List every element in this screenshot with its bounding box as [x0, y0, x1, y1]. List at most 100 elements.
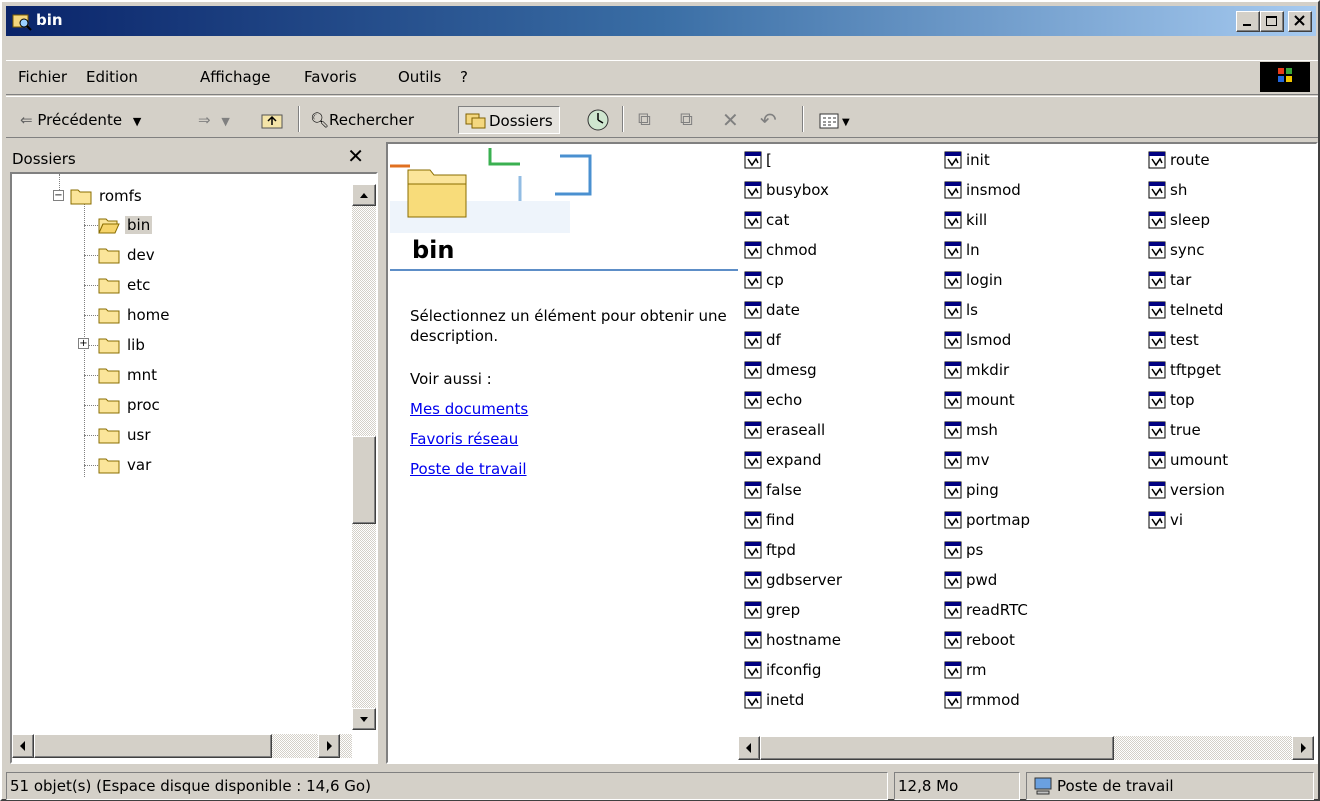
tree-hscroll-thumb[interactable]: [34, 734, 272, 758]
file-item[interactable]: vi: [1148, 506, 1183, 534]
up-folder-button[interactable]: [260, 110, 284, 138]
tree-expand-icon[interactable]: +: [78, 338, 89, 349]
link-poste-de-travail[interactable]: Poste de travail: [410, 460, 527, 478]
file-item[interactable]: chmod: [744, 236, 817, 264]
back-button[interactable]: ⇐ Précédente ▼: [20, 106, 141, 134]
file-item[interactable]: top: [1148, 386, 1195, 414]
file-item[interactable]: lsmod: [944, 326, 1011, 354]
file-item[interactable]: false: [744, 476, 802, 504]
file-item[interactable]: telnetd: [1148, 296, 1223, 324]
forward-button[interactable]: ⇒ ▼: [198, 106, 230, 134]
back-dropdown-icon[interactable]: ▼: [133, 115, 141, 128]
file-item[interactable]: mkdir: [944, 356, 1009, 384]
move-to-button[interactable]: ⧉: [638, 106, 651, 134]
maximize-button[interactable]: [1260, 11, 1284, 32]
file-item[interactable]: rm: [944, 656, 987, 684]
tree-node-lib[interactable]: lib: [98, 332, 147, 358]
file-item[interactable]: init: [944, 146, 990, 174]
tree-node-var[interactable]: var: [98, 452, 153, 478]
file-item[interactable]: cp: [744, 266, 784, 294]
file-item[interactable]: sh: [1148, 176, 1187, 204]
tree-collapse-icon[interactable]: −: [53, 190, 64, 201]
file-item[interactable]: true: [1148, 416, 1201, 444]
minimize-button[interactable]: [1236, 11, 1260, 32]
file-item[interactable]: route: [1148, 146, 1210, 174]
file-item[interactable]: sync: [1148, 236, 1204, 264]
file-item[interactable]: hostname: [744, 626, 841, 654]
views-button[interactable]: ▼: [818, 106, 850, 134]
tree-scroll-down-button[interactable]: [352, 708, 376, 730]
link-mes-documents[interactable]: Mes documents: [410, 400, 528, 418]
files-scroll-left-button[interactable]: [738, 736, 760, 760]
tree-vscroll-thumb[interactable]: [352, 436, 376, 524]
tree-scroll-right-button[interactable]: [318, 734, 340, 758]
menu-edition[interactable]: Edition: [86, 68, 138, 86]
file-item[interactable]: expand: [744, 446, 822, 474]
tree-node-romfs[interactable]: romfs: [70, 183, 144, 209]
file-item[interactable]: gdbserver: [744, 566, 842, 594]
file-item[interactable]: kill: [944, 206, 987, 234]
tree-node-dev[interactable]: dev: [98, 242, 157, 268]
files-hscroll-thumb[interactable]: [760, 736, 1114, 760]
file-item[interactable]: sleep: [1148, 206, 1210, 234]
tree-node-etc[interactable]: etc: [98, 272, 152, 298]
file-item[interactable]: ls: [944, 296, 978, 324]
file-item[interactable]: portmap: [944, 506, 1030, 534]
file-item[interactable]: ftpd: [744, 536, 796, 564]
tree-node-proc[interactable]: proc: [98, 392, 162, 418]
menu-affichage[interactable]: Affichage: [200, 68, 270, 86]
files-scroll-right-button[interactable]: [1292, 736, 1314, 760]
file-item[interactable]: umount: [1148, 446, 1228, 474]
file-item[interactable]: insmod: [944, 176, 1021, 204]
pane-close-icon[interactable]: ✕: [347, 144, 364, 168]
file-item[interactable]: dmesg: [744, 356, 817, 384]
file-item[interactable]: find: [744, 506, 794, 534]
file-item[interactable]: tftpget: [1148, 356, 1221, 384]
tree-node-mnt[interactable]: mnt: [98, 362, 159, 388]
file-item[interactable]: [: [744, 146, 772, 174]
folders-button[interactable]: Dossiers: [458, 106, 560, 134]
file-item[interactable]: ping: [944, 476, 999, 504]
file-item[interactable]: login: [944, 266, 1003, 294]
file-item[interactable]: df: [744, 326, 781, 354]
file-item[interactable]: cat: [744, 206, 789, 234]
file-item[interactable]: test: [1148, 326, 1199, 354]
tree-scroll-left-button[interactable]: [12, 734, 34, 758]
file-item[interactable]: version: [1148, 476, 1225, 504]
tree-scroll-up-button[interactable]: [352, 184, 376, 206]
file-item[interactable]: mv: [944, 446, 990, 474]
undo-button[interactable]: ↶: [760, 106, 777, 134]
file-item[interactable]: date: [744, 296, 800, 324]
menu-fichier[interactable]: Fichier: [18, 68, 67, 86]
file-item[interactable]: reboot: [944, 626, 1015, 654]
file-item[interactable]: grep: [744, 596, 800, 624]
close-button[interactable]: [1288, 11, 1312, 32]
executable-icon: [944, 151, 962, 169]
file-item[interactable]: inetd: [744, 686, 804, 714]
file-item[interactable]: pwd: [944, 566, 997, 594]
file-item[interactable]: eraseall: [744, 416, 825, 444]
history-button[interactable]: [586, 108, 610, 136]
forward-dropdown-icon[interactable]: ▼: [221, 115, 229, 128]
tree-node-bin[interactable]: bin: [98, 212, 153, 238]
menu-outils[interactable]: Outils: [398, 68, 441, 86]
file-item[interactable]: ln: [944, 236, 980, 264]
file-item[interactable]: mount: [944, 386, 1015, 414]
file-item[interactable]: busybox: [744, 176, 829, 204]
link-favoris-reseau[interactable]: Favoris réseau: [410, 430, 518, 448]
file-item[interactable]: ps: [944, 536, 983, 564]
file-item[interactable]: echo: [744, 386, 802, 414]
title-bar[interactable]: bin: [6, 6, 1316, 36]
file-item[interactable]: readRTC: [944, 596, 1028, 624]
copy-to-button[interactable]: ⧉: [680, 106, 693, 134]
tree-node-home[interactable]: home: [98, 302, 172, 328]
search-button[interactable]: 🔍︎Rechercher: [310, 106, 414, 134]
delete-button[interactable]: ✕: [722, 106, 739, 134]
menu-favoris[interactable]: Favoris: [304, 68, 357, 86]
tree-node-usr[interactable]: usr: [98, 422, 153, 448]
menu-help[interactable]: ?: [460, 68, 468, 86]
file-item[interactable]: rmmod: [944, 686, 1020, 714]
file-item[interactable]: ifconfig: [744, 656, 821, 684]
file-item[interactable]: msh: [944, 416, 998, 444]
file-item[interactable]: tar: [1148, 266, 1191, 294]
